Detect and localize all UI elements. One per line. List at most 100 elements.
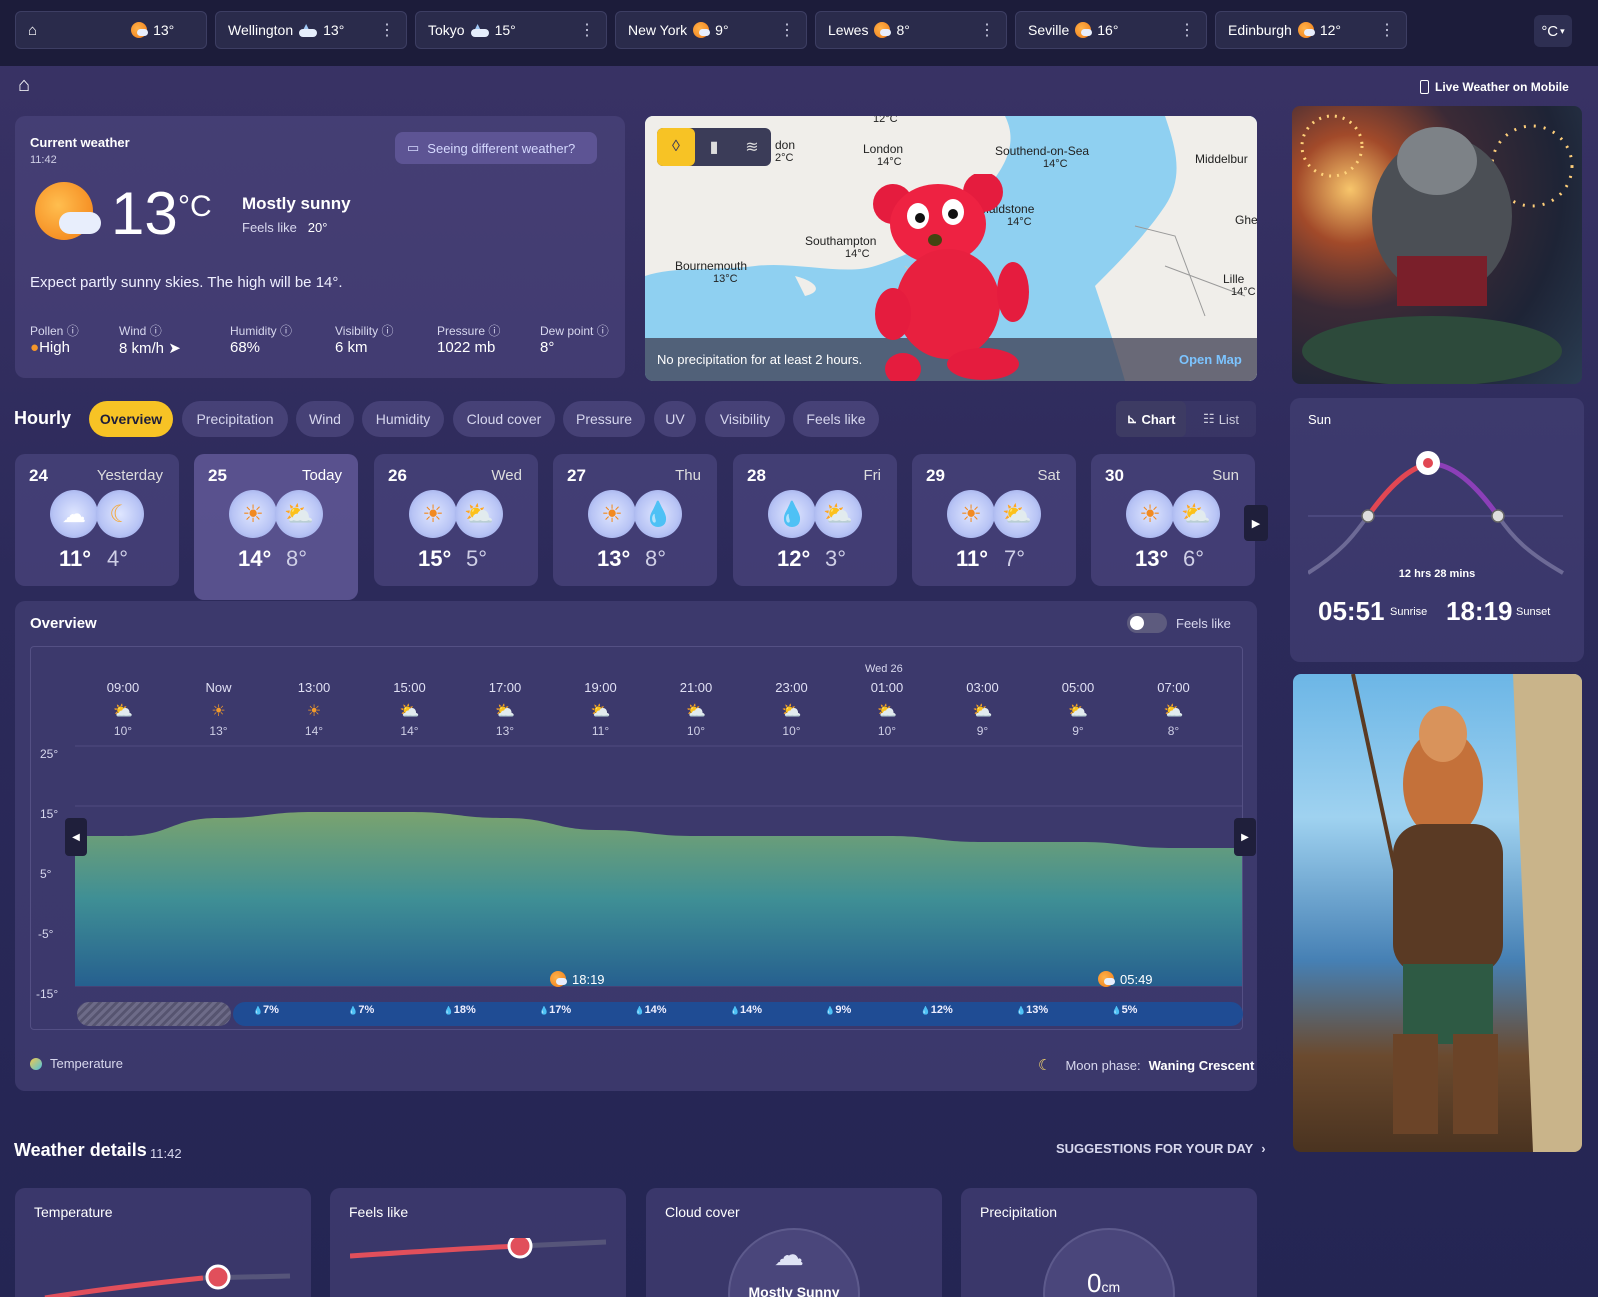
- tab-wind[interactable]: Wind: [296, 401, 354, 437]
- precipitation-layer-icon[interactable]: ◊: [657, 128, 695, 166]
- tab-new-york[interactable]: New York 9° ⋮: [615, 11, 807, 49]
- tab-overview[interactable]: Overview: [89, 401, 173, 437]
- home-icon[interactable]: ⌂: [18, 74, 30, 97]
- overview-title: Overview: [30, 615, 97, 632]
- sun-cloud-icon: [1075, 22, 1093, 38]
- list-view-button[interactable]: ☷ List: [1186, 401, 1256, 437]
- seeing-label: Seeing different weather?: [427, 140, 576, 156]
- phone-icon: [1420, 80, 1429, 94]
- precip-label: 💧9%: [825, 1004, 852, 1016]
- stat-pollen[interactable]: Pollen ⓘ ●High: [30, 322, 79, 356]
- detail-card-temperature[interactable]: Temperature: [15, 1188, 311, 1297]
- more-icon[interactable]: ⋮: [979, 20, 995, 40]
- stat-dew-point[interactable]: Dew point ⓘ 8°: [540, 322, 609, 356]
- more-icon[interactable]: ⋮: [1379, 20, 1395, 40]
- cloud-sun-icon: [470, 24, 489, 37]
- next-days-arrow-icon[interactable]: ▶: [1244, 505, 1268, 541]
- more-icon[interactable]: ⋮: [1179, 20, 1195, 40]
- sunrise-icon: [1098, 971, 1115, 987]
- precip-label: 💧14%: [634, 1004, 667, 1016]
- tab-tokyo[interactable]: Tokyo 15° ⋮: [415, 11, 607, 49]
- tab-seville[interactable]: Seville 16° ⋮: [1015, 11, 1207, 49]
- info-icon: ⓘ: [280, 324, 293, 338]
- stat-wind[interactable]: Wind ⓘ 8 km/h ➤: [119, 322, 181, 357]
- cloud-sun-icon: ⛅: [814, 490, 862, 538]
- map-layer-switcher: ◊ ▮ ≋: [657, 128, 771, 166]
- detail-card-title: Precipitation: [980, 1204, 1058, 1220]
- chart-view-button[interactable]: ⊾ Chart: [1116, 401, 1186, 437]
- map-label-middelbur: Middelbur: [1195, 152, 1248, 166]
- stat-pressure[interactable]: Pressure ⓘ 1022 mb: [437, 322, 500, 356]
- chart-scroll-right-icon[interactable]: ▶: [1234, 818, 1256, 856]
- tab-home[interactable]: ⌂ 13°: [15, 11, 207, 49]
- cloud-sun-icon: ⛅: [455, 490, 503, 538]
- day-card[interactable]: 29 Sat ☀ ⛅ 11° 7°: [912, 454, 1076, 586]
- tab-humidity[interactable]: Humidity: [362, 401, 444, 437]
- detail-card-feels-like[interactable]: Feels like: [330, 1188, 626, 1297]
- raindrop-icon: 💧: [1016, 1006, 1027, 1015]
- moon-icon: ☾: [1038, 1057, 1052, 1074]
- warrior-fireworks-art: [1300, 114, 1574, 384]
- map-label-ghe: Ghe: [1235, 213, 1257, 227]
- weather-map[interactable]: ◊ ▮ ≋ 12°C don 2°C London 14°C Southend-on…: [645, 116, 1257, 381]
- sun-cloud-icon: [874, 22, 892, 38]
- view-toggle: ⊾ Chart ☷ List: [1116, 401, 1256, 437]
- detail-card-precipitation[interactable]: Precipitation 0cm: [961, 1188, 1257, 1297]
- day-card[interactable]: 24 Yesterday ☁ ☾ 11° 4°: [15, 454, 179, 586]
- viking-ship-image: [1293, 674, 1582, 1152]
- tab-visibility[interactable]: Visibility: [705, 401, 785, 437]
- day-card[interactable]: 27 Thu ☀ 💧 13° 8°: [553, 454, 717, 586]
- seeing-different-button[interactable]: ▭ Seeing different weather?: [395, 132, 597, 164]
- day-card[interactable]: 28 Fri 💧 ⛅ 12° 3°: [733, 454, 897, 586]
- precip-label: 💧7%: [253, 1004, 279, 1016]
- precip-label: 💧5%: [1111, 1004, 1138, 1016]
- y-tick: -15°: [36, 987, 59, 1001]
- current-unit: °C: [178, 190, 212, 223]
- feels-value: 20°: [307, 220, 328, 235]
- more-icon[interactable]: ⋮: [379, 20, 395, 40]
- tab-pressure[interactable]: Pressure: [563, 401, 645, 437]
- more-icon[interactable]: ⋮: [579, 20, 595, 40]
- past-precip-bar: [77, 1002, 231, 1026]
- open-map-link[interactable]: Open Map: [1179, 352, 1242, 367]
- stat-label: Pollen ⓘ: [30, 324, 79, 338]
- sun-card: Sun 12 hrs 28 mins 05:51 Sunrise 18:19 S…: [1290, 398, 1584, 662]
- day-card-today[interactable]: 25 Today ☀ ⛅ 14° 8°: [194, 454, 358, 600]
- suggestions-link[interactable]: SUGGESTIONS FOR YOUR DAY ›: [1056, 1141, 1266, 1156]
- tab-label: Lewes: [828, 22, 869, 38]
- thermometer-icon[interactable]: ▮: [695, 128, 733, 166]
- tab-feels-like[interactable]: Feels like: [793, 401, 879, 437]
- sun-title: Sun: [1308, 412, 1332, 427]
- detail-card-cloud-cover[interactable]: Cloud cover ☁ Mostly Sunny: [646, 1188, 942, 1297]
- y-tick: 25°: [40, 747, 59, 761]
- chart-scroll-left-icon[interactable]: ◀: [65, 818, 87, 856]
- cloud-cover-text: Mostly Sunny: [748, 1284, 840, 1297]
- current-condition: Mostly sunny: [242, 194, 351, 213]
- live-mobile-label: Live Weather on Mobile: [1435, 80, 1569, 94]
- tab-lewes[interactable]: Lewes 8° ⋮: [815, 11, 1007, 49]
- wind-layer-icon[interactable]: ≋: [733, 128, 771, 166]
- raindrop-icon: 💧: [634, 1006, 645, 1015]
- tab-label: Seville: [1028, 22, 1070, 38]
- feels-like-toggle-label: Feels like: [1176, 616, 1231, 631]
- stat-label: Pressure ⓘ: [437, 324, 501, 338]
- tab-wellington[interactable]: Wellington 13° ⋮: [215, 11, 407, 49]
- tab-uv[interactable]: UV: [654, 401, 696, 437]
- live-mobile-link[interactable]: Live Weather on Mobile: [1420, 80, 1569, 94]
- tab-label: New York: [628, 22, 688, 38]
- tab-precipitation[interactable]: Precipitation: [182, 401, 288, 437]
- stat-value: 6 km: [335, 339, 368, 356]
- stat-label: Humidity ⓘ: [230, 324, 293, 338]
- unit-toggle[interactable]: °C ▾: [1534, 15, 1572, 47]
- stat-humidity[interactable]: Humidity ⓘ 68%: [230, 322, 292, 356]
- caret-down-icon: ▾: [1560, 25, 1565, 36]
- day-card[interactable]: 30 Sun ☀ ⛅ 13° 6°: [1091, 454, 1255, 586]
- stat-visibility[interactable]: Visibility ⓘ 6 km: [335, 322, 393, 356]
- more-icon[interactable]: ⋮: [779, 20, 795, 40]
- feels-like-toggle[interactable]: [1127, 613, 1167, 633]
- precip-label: 💧12%: [920, 1004, 953, 1016]
- tab-cloud-cover[interactable]: Cloud cover: [453, 401, 555, 437]
- tab-edinburgh[interactable]: Edinburgh 12° ⋮: [1215, 11, 1407, 49]
- info-icon: ⓘ: [149, 324, 162, 338]
- day-card[interactable]: 26 Wed ☀ ⛅ 15° 5°: [374, 454, 538, 586]
